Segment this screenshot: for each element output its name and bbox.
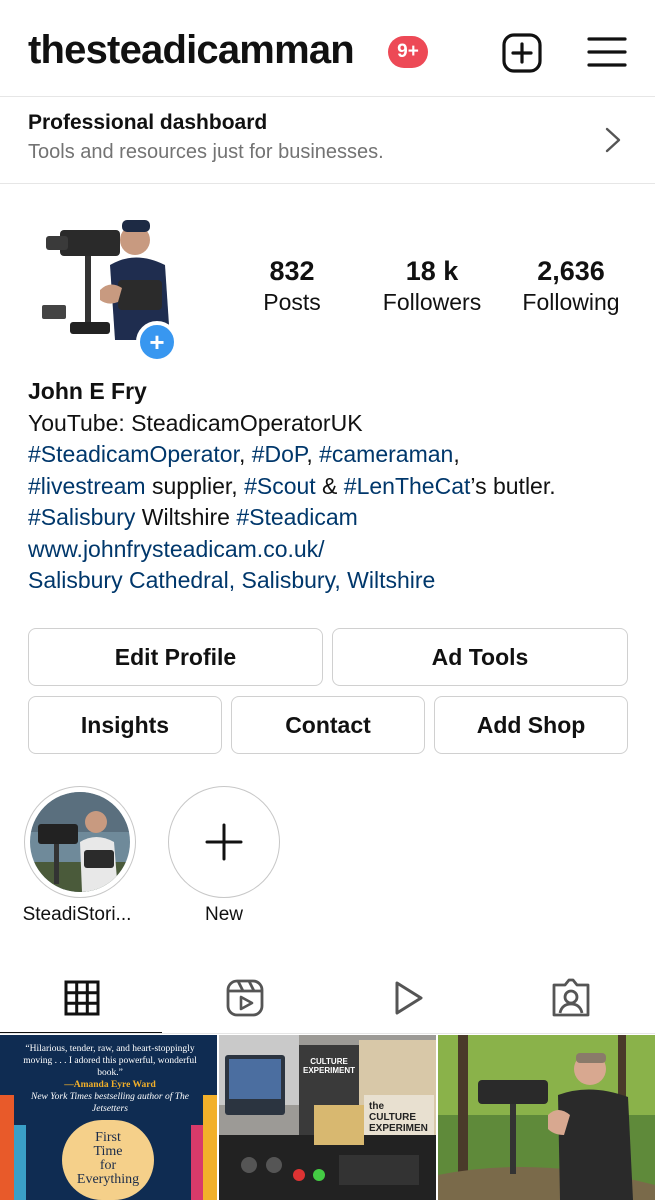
add-story-button[interactable]: +	[136, 321, 178, 363]
bio-text: ,	[238, 441, 252, 467]
add-shop-button[interactable]: Add Shop	[434, 696, 628, 754]
following-label: Following	[522, 289, 620, 315]
profile-username[interactable]: thesteadicamman	[28, 28, 355, 73]
highlight-steadistories[interactable]: SteadiStori...	[23, 786, 136, 926]
tab-reels[interactable]	[163, 962, 326, 1034]
video-icon	[395, 981, 422, 1015]
hashtag-link[interactable]: #Steadicam	[236, 504, 357, 530]
tab-tagged[interactable]	[489, 962, 652, 1034]
bio-text: &	[315, 472, 344, 499]
contact-button[interactable]: Contact	[231, 696, 425, 754]
reels-icon	[226, 979, 263, 1017]
highlight-label: SteadiStori...	[22, 904, 132, 925]
hashtag-link[interactable]: #SteadicamOperator	[28, 441, 239, 467]
profile-tabs	[0, 962, 655, 1034]
followers-label: Followers	[382, 289, 482, 315]
dashboard-subtitle: Tools and resources just for businesses.	[28, 141, 384, 163]
posts-label: Posts	[263, 289, 321, 315]
posts-grid: “Hilarious, tender, raw, and heart-stopp…	[0, 1035, 655, 1200]
studio-sign-1: CULTURE EXPERIMENT	[303, 1057, 356, 1075]
new-post-icon[interactable]	[501, 32, 543, 74]
bio-text: ’s butler.	[470, 472, 556, 499]
plus-icon	[205, 823, 243, 861]
tab-posts-grid[interactable]	[0, 962, 163, 1034]
stat-posts[interactable]: 832 Posts	[252, 256, 332, 316]
tab-videos[interactable]	[326, 962, 489, 1034]
post-thumbnail-book[interactable]: “Hilarious, tender, raw, and heart-stopp…	[0, 1035, 217, 1200]
book-quote: “Hilarious, tender, raw, and heart-stopp…	[23, 1044, 197, 1114]
notification-badge[interactable]: 9+	[388, 36, 428, 68]
stat-followers[interactable]: 18 k Followers	[371, 256, 493, 316]
edit-profile-button[interactable]: Edit Profile	[28, 628, 323, 686]
tabs-divider	[0, 1033, 655, 1034]
hashtag-link[interactable]: #Scout	[244, 473, 316, 499]
highlight-cover	[30, 792, 130, 892]
bio-line: #Salisbury Wiltshire #Steadicam	[28, 502, 638, 534]
hashtag-link[interactable]: #Salisbury	[28, 504, 135, 530]
insights-button[interactable]: Insights	[28, 696, 222, 754]
book-quote-author: —Amanda Eyre Ward	[64, 1080, 156, 1090]
highlight-ring	[168, 786, 280, 898]
hashtag-link[interactable]: #LenTheCat	[344, 473, 471, 499]
dashboard-title: Professional dashboard	[28, 111, 268, 134]
bio-text: ,	[306, 441, 320, 467]
book-quote-credit: New York Times bestselling author of The…	[31, 1092, 189, 1114]
professional-dashboard[interactable]: Professional dashboard Tools and resourc…	[0, 97, 655, 184]
bio-line: #SteadicamOperator, #DoP, #cameraman,	[28, 439, 638, 471]
book-cover-title: First Time for Everything	[76, 1130, 140, 1187]
location-link[interactable]: Salisbury Cathedral, Salisbury, Wiltshir…	[28, 565, 638, 597]
bio-line: YouTube: SteadicamOperatorUK	[28, 409, 363, 436]
grid-icon	[64, 980, 99, 1016]
followers-count: 18 k	[405, 256, 459, 286]
profile-name: John E Fry	[28, 378, 147, 404]
website-link[interactable]: www.johnfrysteadicam.co.uk/	[28, 534, 638, 566]
posts-count: 832	[269, 256, 315, 286]
bio-text: ,	[453, 441, 460, 467]
hashtag-link[interactable]: #livestream	[28, 473, 146, 499]
bio-text: Wiltshire	[135, 504, 237, 530]
hashtag-link[interactable]: #DoP	[252, 441, 307, 467]
ad-tools-button[interactable]: Ad Tools	[332, 628, 628, 686]
post-thumbnail-studio[interactable]: CULTURE EXPERIMENT the CULTURE EXPERIMEN	[219, 1035, 436, 1200]
following-count: 2,636	[537, 256, 605, 286]
tagged-icon	[552, 978, 589, 1017]
bio-text: supplier,	[145, 472, 245, 499]
highlight-ring	[24, 786, 136, 898]
bio-line: #livestream supplier, #Scout & #LenTheCa…	[28, 471, 638, 503]
profile-bio: John E Fry YouTube: SteadicamOperatorUK …	[28, 376, 638, 597]
highlight-label: New	[204, 904, 243, 925]
menu-icon[interactable]	[586, 32, 628, 74]
stat-following[interactable]: 2,636 Following	[511, 256, 631, 316]
chevron-right-icon	[605, 127, 621, 153]
post-thumbnail-operator[interactable]	[438, 1035, 655, 1200]
top-bar: thesteadicamman 9+	[0, 0, 655, 97]
hashtag-link[interactable]: #cameraman	[319, 441, 453, 467]
studio-sign-2: the CULTURE EXPERIMEN	[369, 1101, 428, 1134]
highlight-new[interactable]: New	[168, 786, 280, 926]
